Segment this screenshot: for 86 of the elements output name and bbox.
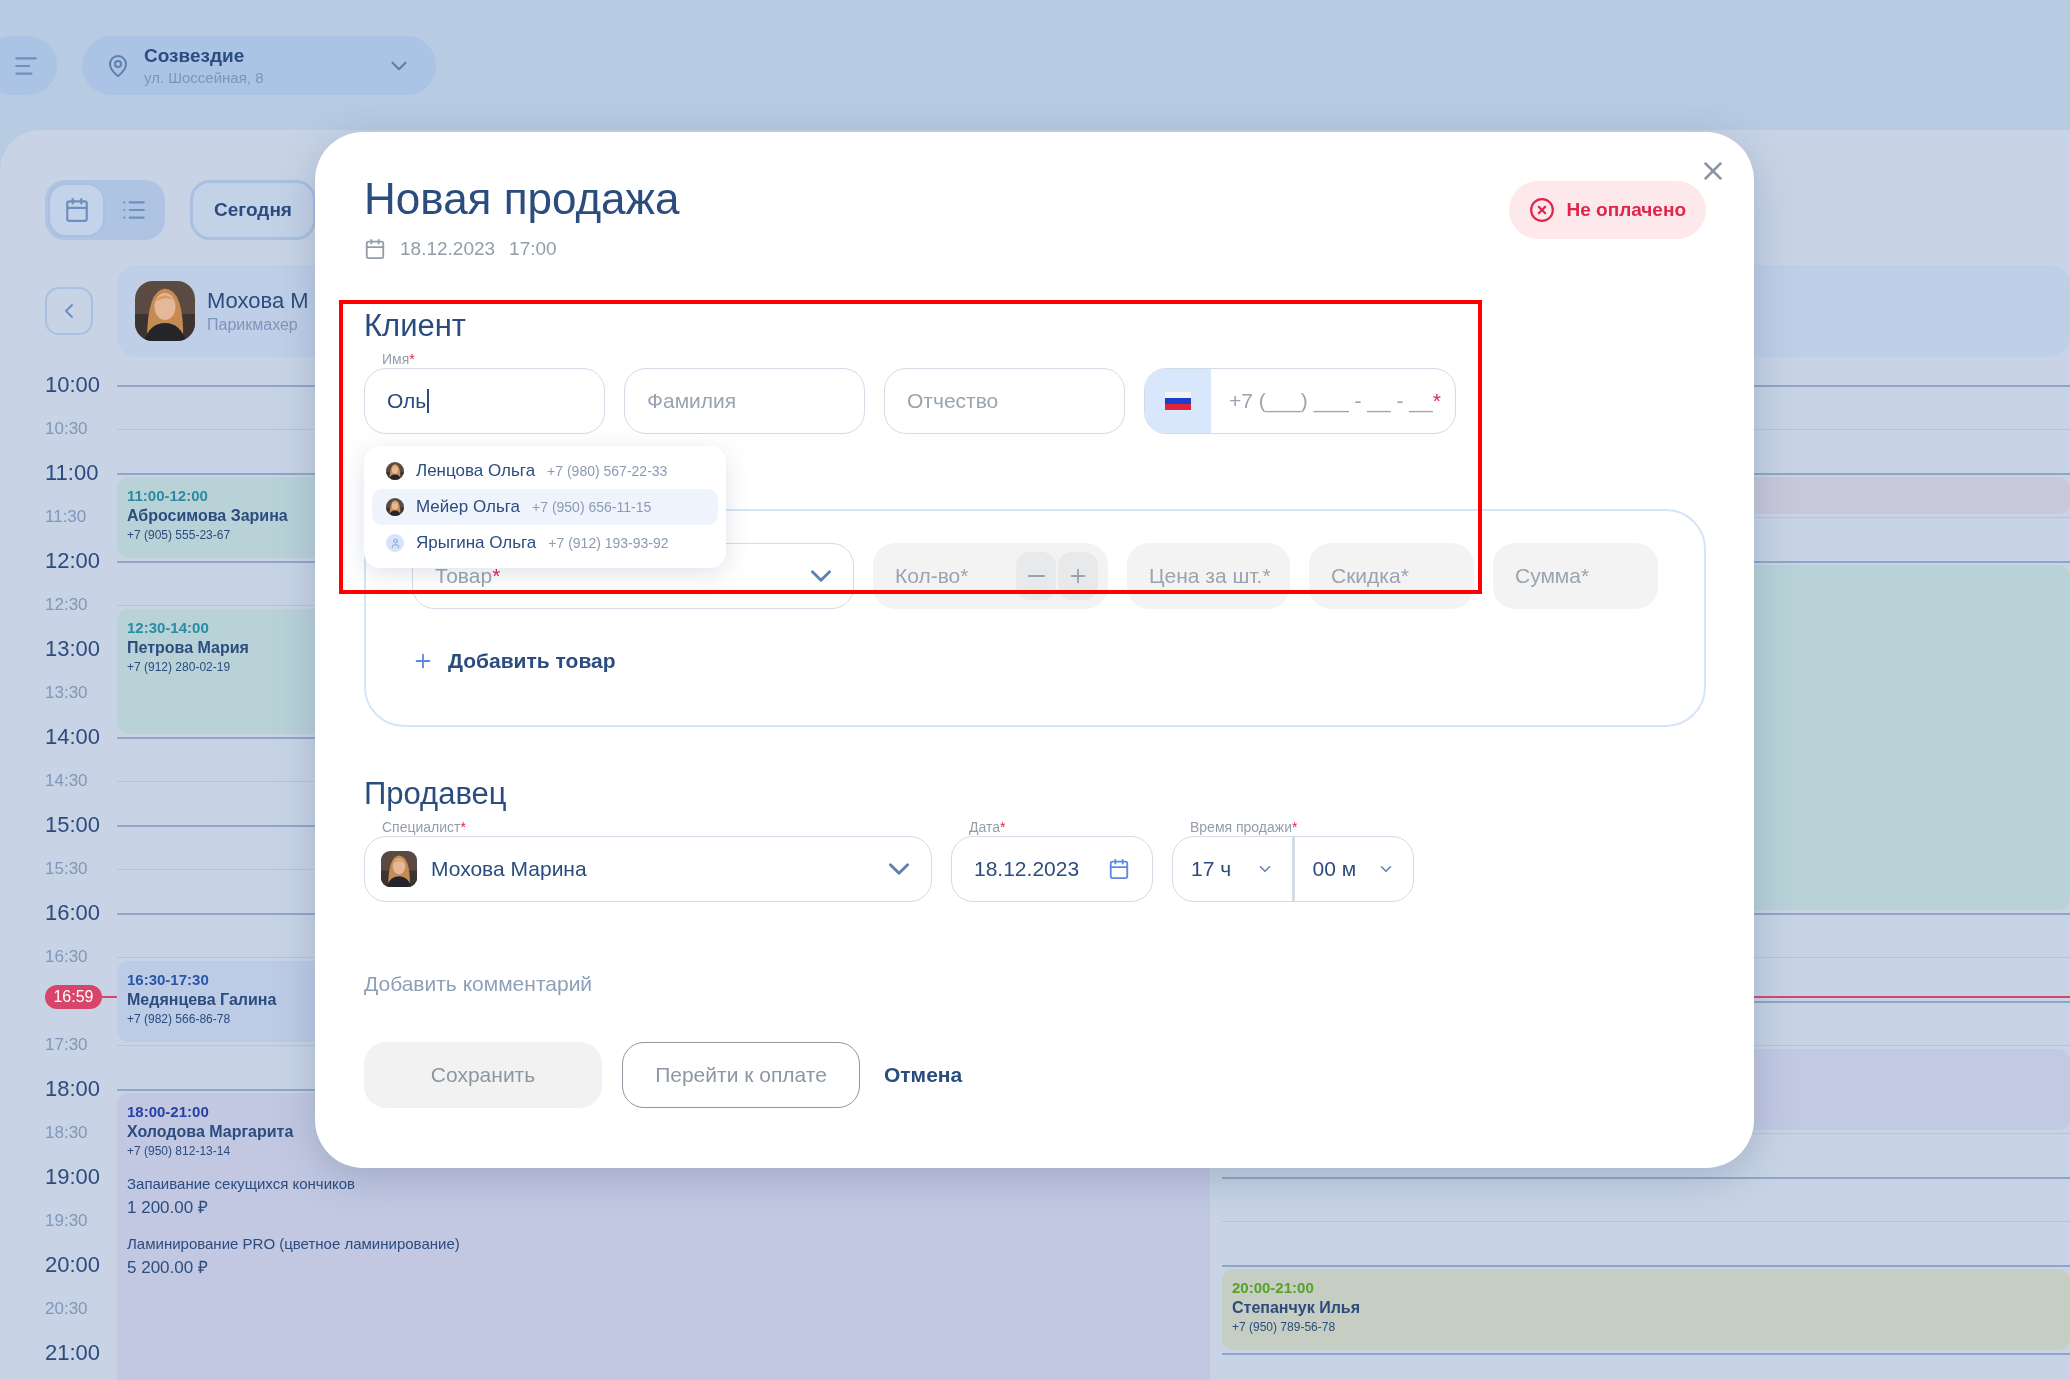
event-time: 11:00-12:00 xyxy=(127,487,208,504)
client-phone: +7 (982) 566-86-78 xyxy=(127,1012,231,1026)
sale-date: 18.12.2023 xyxy=(400,238,496,260)
event-time: 20:00-21:00 xyxy=(1232,1279,1314,1296)
required-mark: * xyxy=(1000,819,1006,835)
specialist-role: Парикмахер xyxy=(207,316,299,334)
time-label: 19:30 xyxy=(45,1211,88,1231)
time-label: 20:30 xyxy=(45,1299,88,1319)
today-button[interactable]: Сегодня xyxy=(190,180,316,240)
time-label: 13:30 xyxy=(45,683,88,703)
time-label: 18:30 xyxy=(45,1123,88,1143)
client-name: Холодова Маргарита xyxy=(127,1123,294,1141)
time-label: 15:30 xyxy=(45,859,88,879)
dialog-title: Новая продажа xyxy=(364,173,680,225)
time-label: 13:00 xyxy=(45,636,101,662)
time-select[interactable]: 17 ч 00 м xyxy=(1172,836,1414,902)
minus-icon xyxy=(1027,575,1045,577)
time-label: 11:00 xyxy=(45,460,99,486)
time-label: 10:00 xyxy=(45,372,101,398)
text-field[interactable]: Оль xyxy=(364,368,605,434)
map-pin-icon xyxy=(106,53,130,78)
suggestion-item[interactable]: Мейер Ольга +7 (950) 656-11-15 xyxy=(372,489,718,525)
required-mark: * xyxy=(460,819,466,835)
user-icon xyxy=(386,534,404,552)
section-heading: Клиент xyxy=(364,307,468,345)
field-label: Дата* xyxy=(968,818,1007,836)
add-product-button[interactable]: Добавить товар xyxy=(412,649,616,673)
sale-time: 17:00 xyxy=(509,238,557,260)
time-label: 21:00 xyxy=(45,1340,101,1366)
client-name: Петрова Мария xyxy=(127,639,249,657)
time-label: 17:30 xyxy=(45,1035,88,1055)
previous-button[interactable] xyxy=(45,287,93,335)
client-phone: +7 (912) 280-02-19 xyxy=(127,660,231,674)
section-heading: Продавец xyxy=(364,775,508,813)
time-label: 18:00 xyxy=(45,1076,101,1102)
phone-field[interactable]: +7 (___) ___ - __ - __* xyxy=(1144,368,1456,434)
time-label: 12:00 xyxy=(45,548,101,574)
current-time: 16:59 xyxy=(45,985,102,1009)
time-label: 20:00 xyxy=(45,1252,101,1278)
service-price: 5 200.00 ₽ xyxy=(127,1257,208,1278)
service-price: 1 200.00 ₽ xyxy=(127,1197,208,1218)
time-label: 16:00 xyxy=(45,900,101,926)
plus-button[interactable] xyxy=(1058,552,1098,600)
client-name: Степанчук Илья xyxy=(1232,1299,1360,1317)
x-circle-icon xyxy=(1528,197,1555,223)
time-label: 14:30 xyxy=(45,771,88,791)
calendar-icon xyxy=(63,197,90,223)
event-card[interactable]: 20:00-21:00 Степанчук Илья +7 (950) 789-56-78 xyxy=(1222,1269,2070,1350)
required-mark: * xyxy=(1292,819,1298,835)
required-mark: * xyxy=(409,351,415,367)
time-label: 19:00 xyxy=(45,1164,101,1190)
client-name: Медянцева Галина xyxy=(127,991,277,1009)
time-label: 16:30 xyxy=(45,947,88,967)
service-name: Ламинирование PRO (цветное ламинирование) xyxy=(127,1235,460,1252)
pay-button[interactable]: Перейти к оплате xyxy=(622,1042,860,1108)
field-label: Время продажи* xyxy=(1189,818,1299,836)
menu-button[interactable] xyxy=(0,36,57,95)
specialist-select[interactable]: Мохова Марина xyxy=(364,836,932,902)
payment-status: Не оплачено xyxy=(1508,181,1706,239)
client-name: Абросимова Зарина xyxy=(127,507,288,525)
suggestion-item[interactable]: Ленцова Ольга +7 (980) 567-22-33 xyxy=(372,453,718,489)
required-mark: * xyxy=(1432,389,1441,412)
time-label: 14:00 xyxy=(45,724,101,750)
chevron-down-icon xyxy=(889,863,909,875)
event-time: 18:00-21:00 xyxy=(127,1103,209,1120)
required-mark: * xyxy=(492,564,501,587)
client-phone: +7 (905) 555-23-67 xyxy=(127,528,231,542)
flag-icon xyxy=(1165,392,1191,410)
time-label: 11:30 xyxy=(45,507,87,527)
service-name: Запаивание секущихся кончиков xyxy=(127,1175,356,1192)
date-field[interactable]: 18.12.2023 xyxy=(951,836,1153,902)
calendar-icon xyxy=(364,238,386,260)
event-time: 16:30-17:30 xyxy=(127,971,209,988)
field-label: Специалист* xyxy=(381,818,467,836)
calendar-view-button[interactable] xyxy=(48,183,105,237)
time-label: 12:30 xyxy=(45,595,88,615)
specialist-name: Мохова М xyxy=(207,288,309,314)
minus-button[interactable] xyxy=(1016,552,1056,600)
client-phone: +7 (950) 789-56-78 xyxy=(1232,1320,1336,1334)
time-label: 10:30 xyxy=(45,419,88,439)
field-label: Имя* xyxy=(381,350,416,368)
time-label: 15:00 xyxy=(45,812,101,838)
event-time: 12:30-14:00 xyxy=(127,619,209,636)
chevron-down-icon xyxy=(811,570,831,582)
client-phone: +7 (950) 812-13-14 xyxy=(127,1144,231,1158)
calendar-icon xyxy=(1108,858,1130,880)
